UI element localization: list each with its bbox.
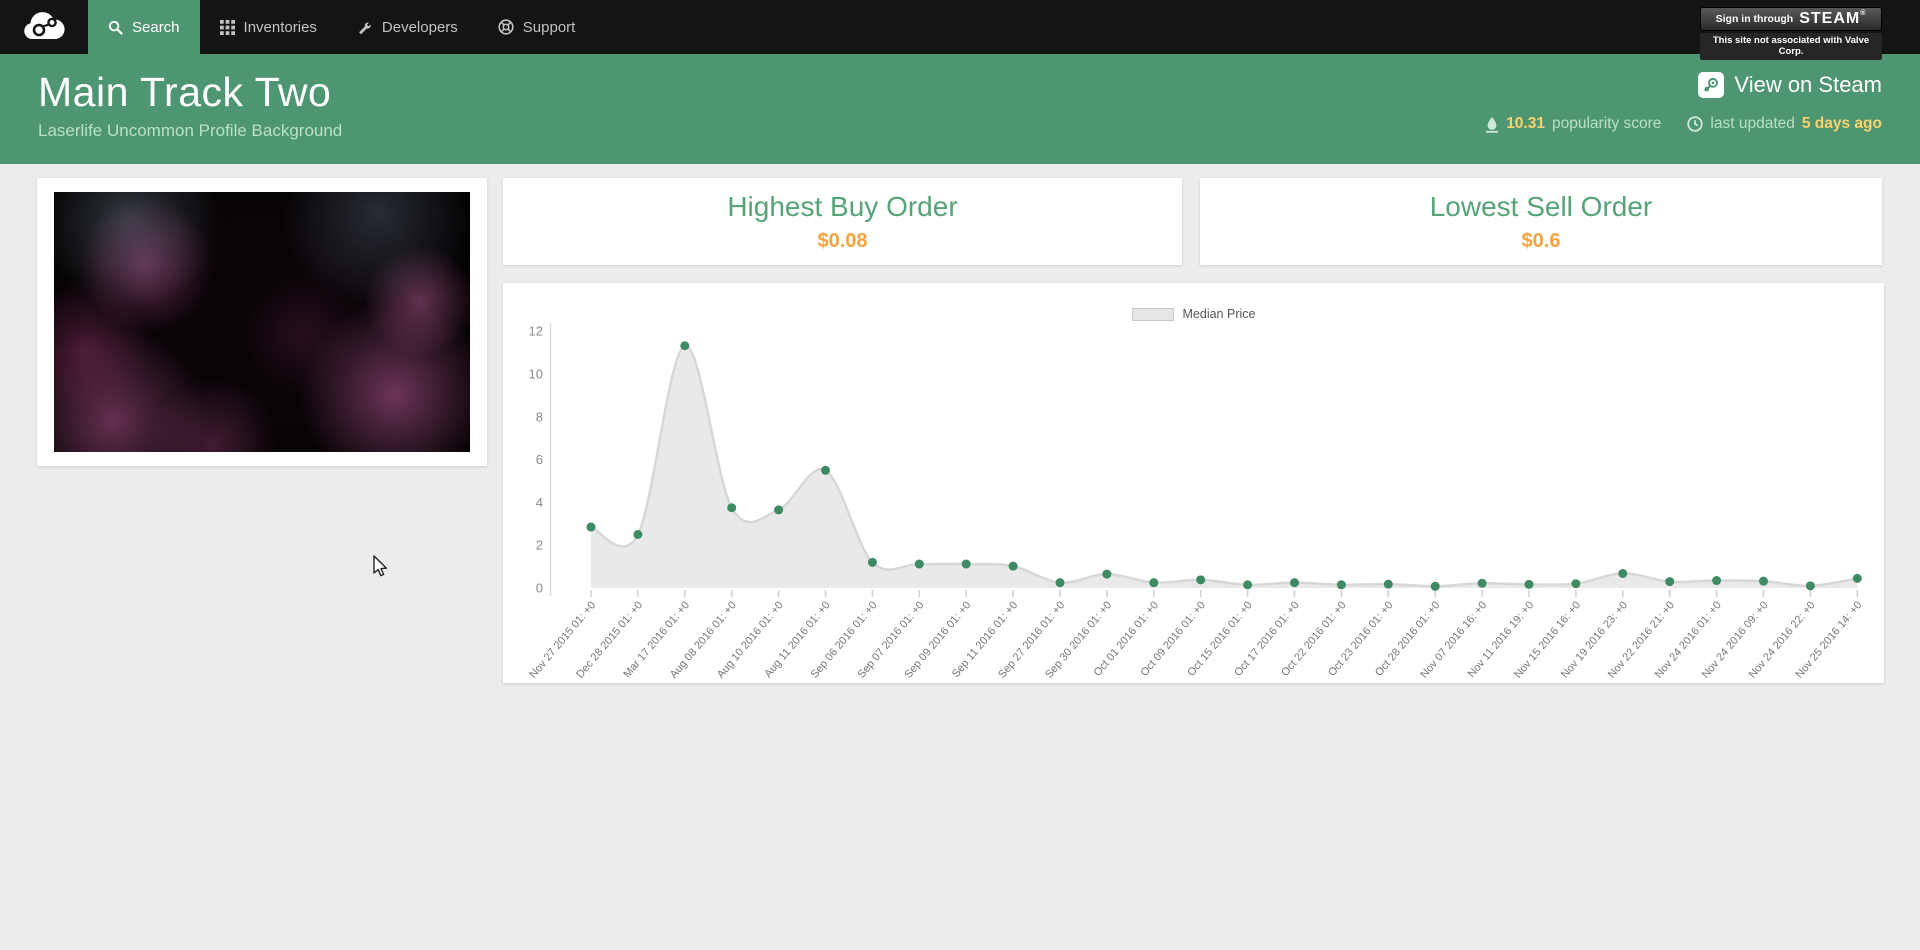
data-point[interactable] [1383,579,1393,589]
nav-item-label: Inventories [243,18,317,36]
nav-item-label: Support [522,18,576,36]
data-point[interactable] [1477,578,1487,588]
nav-item-support[interactable]: Support [478,0,596,54]
page-subtitle: Laserlife Uncommon Profile Background [38,121,343,141]
data-point[interactable] [633,530,643,539]
data-point[interactable] [1336,580,1346,590]
page-title: Main Track Two [38,69,332,115]
legend-label: Median Price [1182,307,1256,321]
steam-cloud-logo[interactable] [0,0,88,54]
y-axis-tick-label: 10 [529,367,543,382]
item-image [54,192,470,452]
clock-icon [1687,116,1704,132]
lowest-sell-order-title: Lowest Sell Order [1429,191,1653,222]
data-point[interactable] [867,557,877,567]
data-point[interactable] [1524,579,1534,589]
signin-steam-word: STEAM® [1799,10,1867,27]
data-point[interactable] [1243,580,1253,590]
signin-prefix: Sign in through [1715,13,1794,25]
legend-item-median-price[interactable]: Median Price [503,307,1884,321]
data-point[interactable] [586,522,596,532]
data-point[interactable] [1149,578,1159,588]
nav-item-search[interactable]: Search [88,0,200,54]
y-axis-tick-label: 2 [536,538,543,553]
popularity-icon [1486,116,1499,133]
y-axis-tick-label: 6 [536,452,543,467]
data-point[interactable] [774,505,784,515]
lowest-sell-order-value: $0.6 [1521,230,1561,252]
view-on-steam-link[interactable]: View on Steam [1698,72,1882,98]
data-point[interactable] [1805,581,1815,591]
data-point[interactable] [1665,577,1675,587]
steam-logo-icon [1698,72,1725,98]
signin-disclaimer: This site not associated with Valve Corp… [1700,33,1882,60]
signin-area: Sign in through STEAM® This site not ass… [1700,7,1882,60]
highest-buy-order-title: Highest Buy Order [727,191,958,222]
data-point[interactable] [1759,576,1768,586]
data-point[interactable] [1055,578,1065,588]
wrench-icon [359,22,371,34]
grid-icon [219,19,235,35]
data-point[interactable] [1430,581,1440,591]
data-point[interactable] [1618,568,1628,578]
lowest-sell-order-card: Lowest Sell Order $0.6 [1200,178,1882,265]
data-point[interactable] [961,559,971,569]
navbar: Search Inventories Developers Support Si… [0,0,1920,60]
nav-item-developers[interactable]: Developers [337,0,478,54]
view-on-steam-label: View on Steam [1734,72,1882,97]
y-axis-tick-label: 0 [536,581,543,596]
highest-buy-order-value: $0.08 [817,230,868,252]
y-axis-tick-label: 8 [536,409,543,424]
item-image-card [37,178,487,466]
data-point[interactable] [1196,575,1206,585]
data-point[interactable] [680,341,690,351]
data-point[interactable] [1852,573,1862,583]
data-point[interactable] [1712,576,1722,586]
y-axis-tick-label: 12 [529,324,543,339]
page-header: Main Track Two Laserlife Uncommon Profil… [0,54,1920,164]
legend-swatch [1131,307,1174,321]
mouse-cursor [373,555,388,577]
data-point[interactable] [1008,561,1018,571]
sign-in-steam-button[interactable]: Sign in through STEAM® [1700,7,1882,31]
last-updated-value: 5 days ago [1801,115,1882,132]
last-updated-label: last updated [1710,115,1795,132]
popularity-score-label: popularity score [1551,115,1662,132]
data-point[interactable] [914,559,924,569]
search-icon [108,20,123,35]
steam-cloud-logo-icon [24,12,65,39]
median-price-chart-canvas[interactable]: 024681012Nov 27 2015 01: +0Dec 28 2015 0… [503,283,1884,683]
price-history-chart-card: 0 2 4 6 8 10 12 Nov 27 2015 01: +0 Dec 28 2015 0… [503,283,1884,683]
nav-item-inventories[interactable]: Inventories [200,0,337,54]
y-axis-tick-label: 4 [536,495,543,510]
data-point[interactable] [1571,579,1581,589]
data-point[interactable] [1290,578,1299,588]
nav-item-label: Developers [381,18,458,36]
popularity-score-value: 10.31 [1506,115,1545,132]
highest-buy-order-card: Highest Buy Order $0.08 [503,178,1182,265]
life-ring-icon [498,19,514,35]
data-point[interactable] [821,465,830,475]
data-point[interactable] [1102,569,1112,579]
data-point[interactable] [727,503,737,513]
nav-item-label: Search [132,18,180,36]
